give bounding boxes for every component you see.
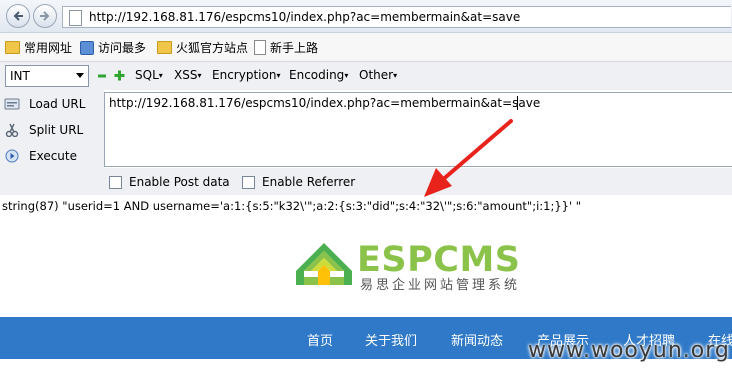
decrease-icon[interactable] — [97, 71, 107, 81]
folder-icon — [157, 41, 172, 54]
bookmark-label: 常用网址 — [24, 41, 73, 55]
enable-post-label: Enable Post data — [129, 175, 230, 189]
back-button[interactable] — [6, 4, 30, 28]
debug-output: string(87) "userid=1 AND username='a:1:{… — [2, 199, 582, 213]
bookmark-label: 新手上路 — [270, 41, 319, 55]
menu-label: SQL — [135, 68, 159, 82]
nav-link-news[interactable]: 新闻动态 — [451, 330, 503, 349]
menu-xss[interactable]: XSS▾ — [174, 68, 201, 82]
bookmark-label: 访问最多 — [98, 41, 147, 55]
hackbar-actions: Load URL Split URL Execute — [0, 90, 104, 195]
menu-encoding[interactable]: Encoding▾ — [289, 68, 348, 82]
hackbar-url-textarea[interactable]: http://192.168.81.176/espcms10/index.php… — [104, 92, 732, 167]
chevron-down-icon — [76, 73, 84, 78]
back-arrow-icon — [13, 11, 23, 21]
menu-other[interactable]: Other▾ — [359, 68, 397, 82]
magnifier-icon — [80, 40, 94, 55]
enable-referrer-checkbox[interactable]: Enable Referrer — [242, 175, 355, 189]
load-url-icon — [4, 98, 20, 110]
bookmark-item[interactable]: 常用网址 — [5, 39, 72, 56]
load-url-button[interactable]: Load URL — [4, 97, 85, 111]
bookmark-item[interactable]: 火狐官方站点 — [157, 39, 248, 56]
bookmark-label: 火狐官方站点 — [176, 41, 249, 55]
folder-icon — [5, 41, 20, 54]
text-cursor — [517, 96, 518, 110]
watermark: www.wooyun.org — [528, 338, 730, 363]
forward-button[interactable] — [33, 4, 57, 28]
brand-subtitle: 易思企业网站管理系统 — [360, 278, 521, 293]
enable-post-checkbox[interactable]: Enable Post data — [109, 175, 230, 189]
bookmarks-toolbar: 常用网址 访问最多 火狐官方站点 新手上路 — [0, 33, 732, 62]
nav-link-home[interactable]: 首页 — [307, 330, 333, 349]
bookmark-item[interactable]: 新手上路 — [254, 39, 318, 56]
hackbar-url-text: http://192.168.81.176/espcms10/index.php… — [109, 96, 541, 110]
page-icon — [69, 10, 82, 26]
play-icon — [5, 149, 19, 163]
url-input[interactable]: http://192.168.81.176/espcms10/index.php… — [62, 6, 731, 28]
execute-button[interactable]: Execute — [4, 149, 77, 163]
checkbox-box — [109, 175, 122, 189]
forward-arrow-icon — [40, 11, 50, 21]
menu-sql[interactable]: SQL▾ — [135, 68, 163, 82]
menu-label: Encryption — [212, 68, 277, 82]
checkbox-box — [242, 175, 255, 189]
bookmark-item[interactable]: 访问最多 — [80, 39, 146, 56]
menu-encryption[interactable]: Encryption▾ — [212, 68, 280, 82]
url-text: http://192.168.81.176/espcms10/index.php… — [89, 10, 521, 24]
increase-icon[interactable] — [114, 70, 125, 81]
execute-label: Execute — [29, 149, 77, 163]
scissors-icon — [5, 123, 19, 137]
load-url-label: Load URL — [29, 97, 86, 111]
split-url-label: Split URL — [29, 123, 84, 137]
menu-label: XSS — [174, 68, 198, 82]
menu-label: Other — [359, 68, 394, 82]
browser-address-bar: http://192.168.81.176/espcms10/index.php… — [0, 0, 732, 33]
encoding-select-value: INT — [10, 69, 30, 83]
split-url-button[interactable]: Split URL — [4, 123, 83, 137]
page-icon — [254, 40, 266, 55]
nav-link-about[interactable]: 关于我们 — [365, 330, 417, 349]
menu-label: Encoding — [289, 68, 345, 82]
encoding-select[interactable]: INT — [5, 65, 89, 87]
enable-referrer-label: Enable Referrer — [262, 175, 356, 189]
hackbar-options: Enable Post data Enable Referrer — [104, 168, 732, 195]
espcms-logo-icon — [296, 243, 352, 285]
hackbar-toolbar: INT SQL▾ XSS▾ Encryption▾ Encoding▾ Othe… — [0, 62, 732, 90]
